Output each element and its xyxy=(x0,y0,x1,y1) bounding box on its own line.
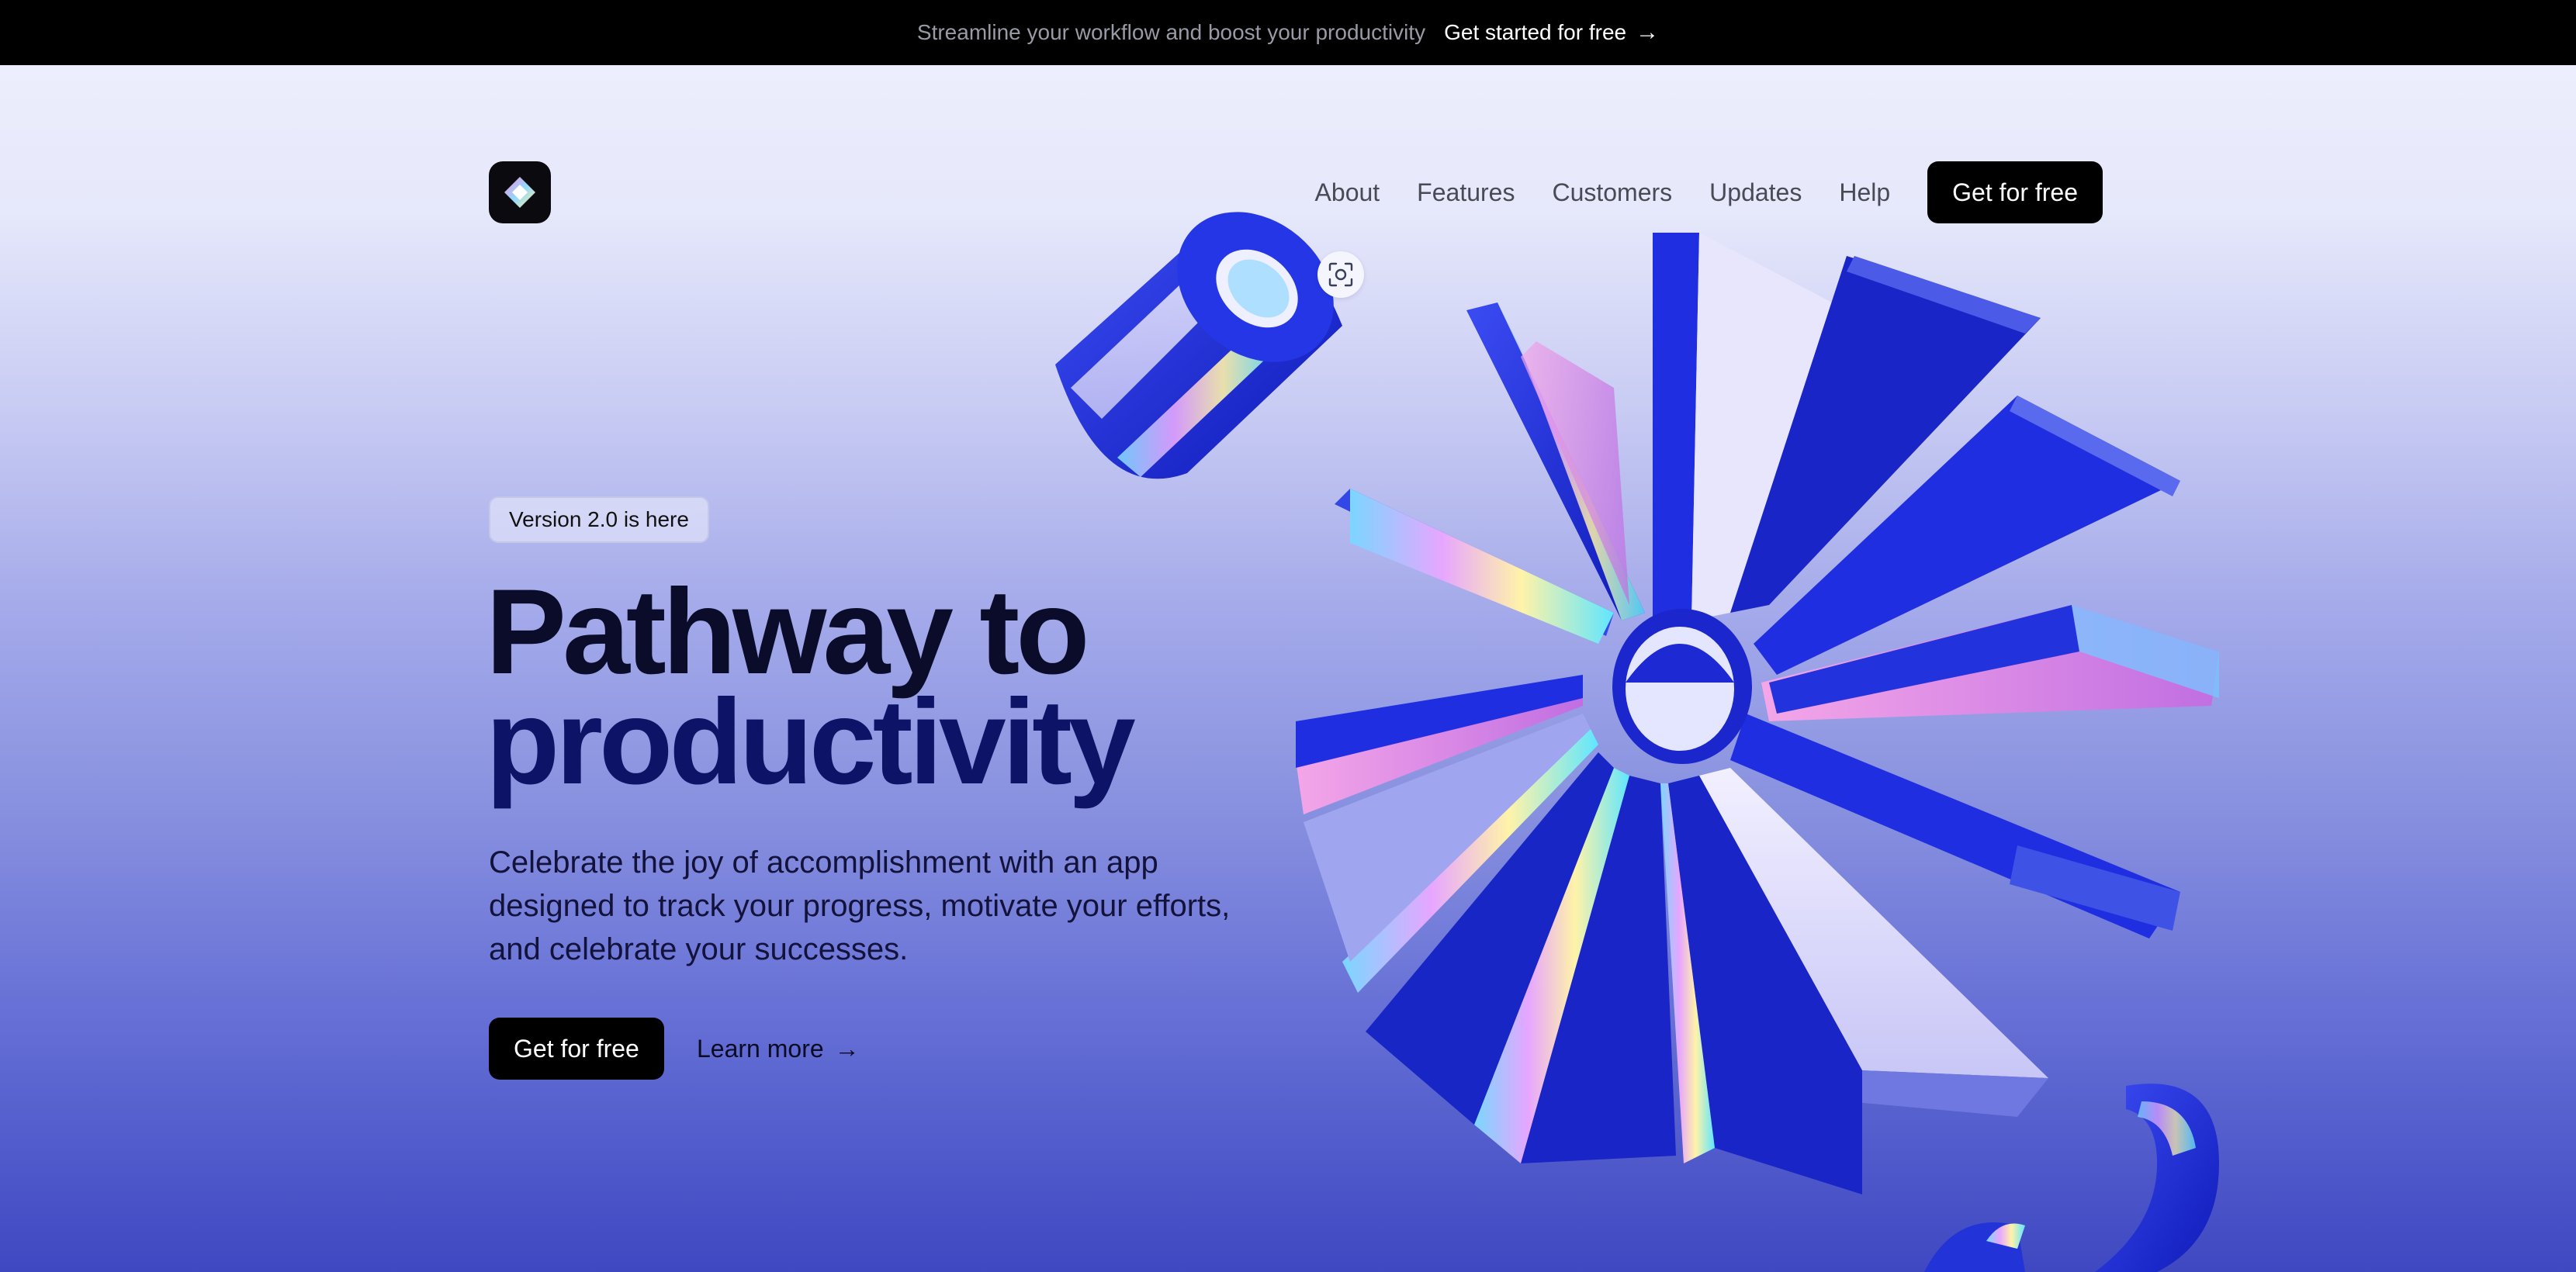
arrow-right-icon: → xyxy=(1636,19,1660,45)
announcement-bar: Streamline your workflow and boost your … xyxy=(0,0,2576,65)
nav-item-about[interactable]: About xyxy=(1315,178,1380,207)
main-nav: About Features Customers Updates Help Ge… xyxy=(1315,161,2103,223)
arrow-right-icon: → xyxy=(834,1034,860,1063)
announcement-link[interactable]: Get started for free → xyxy=(1444,19,1659,46)
nav-item-customers[interactable]: Customers xyxy=(1552,178,1672,207)
announcement-link-label: Get started for free xyxy=(1444,20,1627,44)
hero-subtitle: Celebrate the joy of accomplishment with… xyxy=(489,845,1231,966)
scan-focus-icon xyxy=(1328,262,1353,287)
hero-title-line1: Pathway to xyxy=(486,565,1090,700)
hero-get-for-free-button[interactable]: Get for free xyxy=(489,1018,664,1080)
learn-more-link[interactable]: Learn more → xyxy=(697,1018,860,1080)
hero-section: About Features Customers Updates Help Ge… xyxy=(0,65,2576,1272)
scan-button[interactable] xyxy=(1317,251,1364,298)
hero-title-line2: productivity xyxy=(486,675,1136,810)
starburst-shape xyxy=(1296,233,2219,1194)
nav-item-features[interactable]: Features xyxy=(1417,178,1515,207)
tube-shape xyxy=(1055,212,1342,479)
logo-icon[interactable] xyxy=(489,161,551,223)
hero-title: Pathway to productivity xyxy=(486,565,1339,810)
learn-more-label: Learn more xyxy=(697,1034,824,1063)
announcement-text: Streamline your workflow and boost your … xyxy=(916,20,1426,44)
nav-item-updates[interactable]: Updates xyxy=(1709,178,1802,207)
nav-get-for-free-button[interactable]: Get for free xyxy=(1927,161,2103,223)
diamond-logo-icon xyxy=(504,177,535,208)
nav-item-help[interactable]: Help xyxy=(1839,178,1890,207)
version-badge[interactable]: Version 2.0 is here xyxy=(489,496,709,543)
